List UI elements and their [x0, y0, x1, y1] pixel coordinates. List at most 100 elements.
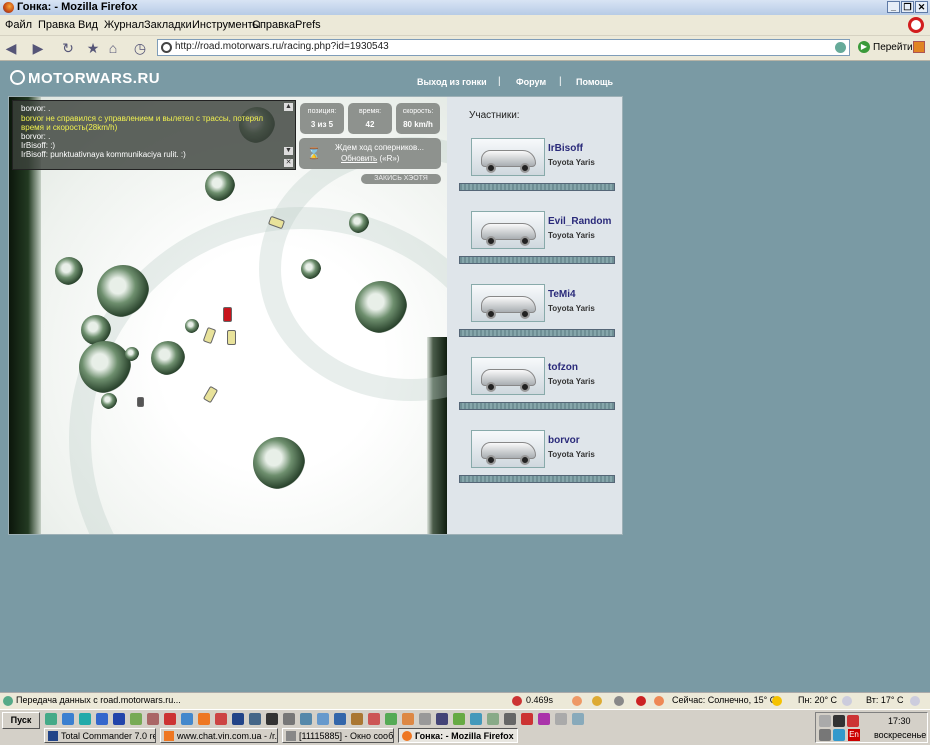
site-logo[interactable]: MOTORWARS.RU — [10, 70, 160, 87]
menu-bookmarks[interactable]: Закладки — [144, 19, 192, 31]
history-icon[interactable]: ◷ — [132, 40, 148, 56]
quicklaunch-icon[interactable] — [402, 713, 414, 725]
participant-card[interactable]: IrBisoff Toyota Yaris — [459, 138, 615, 196]
quicklaunch-icon[interactable] — [385, 713, 397, 725]
tray-icon[interactable] — [847, 715, 859, 727]
quicklaunch-icon[interactable] — [266, 713, 278, 725]
quicklaunch-icon[interactable] — [113, 713, 125, 725]
taskbar-item-total-commander[interactable]: Total Commander 7.0 rele... — [44, 728, 156, 743]
quicklaunch-icon[interactable] — [45, 713, 57, 725]
back-icon[interactable]: ◀ — [3, 40, 19, 56]
taskbar-item-firefox[interactable]: Гонка: - Mozilla Firefox — [398, 728, 518, 743]
tray-icon[interactable] — [833, 715, 845, 727]
quicklaunch-icon[interactable] — [521, 713, 533, 725]
participant-name[interactable]: borvor — [548, 435, 580, 446]
race-track[interactable]: borvor: . borvor не справился с управлен… — [9, 97, 447, 534]
participant-card[interactable]: tofzon Toyota Yaris — [459, 357, 615, 415]
toolbar-extension-icon[interactable] — [913, 41, 925, 53]
quicklaunch-icon[interactable] — [300, 713, 312, 725]
menu-prefs[interactable]: Prefs — [295, 19, 321, 31]
menu-help[interactable]: Справка — [252, 19, 295, 31]
addon-icon[interactable] — [614, 696, 624, 706]
quicklaunch-icon[interactable] — [62, 713, 74, 725]
home-icon[interactable]: ⌂ — [105, 40, 121, 56]
quicklaunch-icon[interactable] — [283, 713, 295, 725]
chat-scroll-up-icon[interactable]: ▲ — [284, 103, 293, 111]
quicklaunch-icon[interactable] — [96, 713, 108, 725]
chat-close-icon[interactable]: ✕ — [284, 159, 293, 167]
quicklaunch-icon[interactable] — [487, 713, 499, 725]
quicklaunch-icon[interactable] — [164, 713, 176, 725]
opponent-car[interactable] — [227, 330, 236, 345]
participant-name[interactable]: IrBisoff — [548, 143, 583, 154]
taskbar-item-message-window[interactable]: [11115885] - Окно сооб... — [282, 728, 394, 743]
menu-edit[interactable]: Правка — [38, 19, 75, 31]
addon-icon[interactable] — [572, 696, 582, 706]
tree — [151, 341, 185, 375]
reload-icon[interactable]: ↻ — [60, 40, 76, 56]
close-icon[interactable]: ✕ — [915, 1, 928, 13]
window-titlebar[interactable]: Гонка: - Mozilla Firefox _ ❐ ✕ — [0, 0, 930, 15]
nav-exit-race[interactable]: Выход из гонки — [417, 77, 487, 87]
start-button[interactable]: Пуск — [2, 712, 40, 729]
tray-icon[interactable] — [833, 729, 845, 741]
stop-icon[interactable]: ★ — [85, 40, 101, 56]
menu-tools[interactable]: Инструменты — [192, 19, 261, 31]
quicklaunch-icon[interactable] — [181, 713, 193, 725]
menu-file[interactable]: Файл — [5, 19, 32, 31]
tree — [55, 257, 83, 285]
url-text[interactable]: http://road.motorwars.ru/racing.php?id=1… — [175, 41, 389, 52]
tray-icon[interactable] — [819, 729, 831, 741]
quicklaunch-icon[interactable] — [147, 713, 159, 725]
quicklaunch-icon[interactable] — [351, 713, 363, 725]
nav-help[interactable]: Помощь — [576, 77, 613, 87]
language-indicator[interactable]: En — [848, 729, 860, 741]
quicklaunch-icon[interactable] — [249, 713, 261, 725]
quicklaunch-icon[interactable] — [317, 713, 329, 725]
quicklaunch-icon[interactable] — [538, 713, 550, 725]
menu-history[interactable]: Журнал — [104, 19, 144, 31]
forward-icon[interactable]: ▶ — [30, 40, 46, 56]
participant-card[interactable]: Evil_Random Toyota Yaris — [459, 211, 615, 269]
quicklaunch-icon[interactable] — [419, 713, 431, 725]
go-button[interactable]: ▶ Перейти — [858, 40, 913, 56]
quicklaunch-icon[interactable] — [79, 713, 91, 725]
chat-scroll-down-icon[interactable]: ▼ — [284, 147, 293, 155]
tray-icon[interactable] — [819, 715, 831, 727]
quicklaunch-icon[interactable] — [504, 713, 516, 725]
quicklaunch-icon[interactable] — [453, 713, 465, 725]
quicklaunch-icon[interactable] — [555, 713, 567, 725]
quicklaunch-icon[interactable] — [436, 713, 448, 725]
nav-forum[interactable]: Форум — [516, 77, 546, 87]
taskbar-item-chat[interactable]: www.chat.vin.com.ua - /r... — [160, 728, 278, 743]
quicklaunch-icon[interactable] — [572, 713, 584, 725]
restore-icon[interactable]: ❐ — [901, 1, 914, 13]
take-back-button[interactable]: ЗАКИСЬ ХЭОТЯ — [361, 174, 441, 184]
address-bar[interactable]: http://road.motorwars.ru/racing.php?id=1… — [157, 39, 850, 56]
participant-name[interactable]: Evil_Random — [548, 216, 611, 227]
opponent-car[interactable] — [137, 397, 144, 407]
quicklaunch-icon[interactable] — [334, 713, 346, 725]
participant-name[interactable]: TeMi4 — [548, 289, 576, 300]
quicklaunch-icon[interactable] — [198, 713, 210, 725]
adblock-icon[interactable] — [636, 696, 646, 706]
quicklaunch-icon[interactable] — [215, 713, 227, 725]
minimize-icon[interactable]: _ — [887, 1, 900, 13]
refresh-link[interactable]: Обновить — [341, 154, 377, 163]
addon-icon[interactable] — [654, 696, 664, 706]
participant-progress-bar — [459, 329, 615, 337]
quicklaunch-icon[interactable] — [368, 713, 380, 725]
clock[interactable]: 17:30 — [888, 716, 911, 726]
chat-log[interactable]: borvor: . borvor не справился с управлен… — [12, 100, 296, 170]
quicklaunch-icon[interactable] — [232, 713, 244, 725]
participant-card[interactable]: borvor Toyota Yaris — [459, 430, 615, 488]
participant-name[interactable]: tofzon — [548, 362, 578, 373]
player-car[interactable] — [223, 307, 232, 322]
menu-view[interactable]: Вид — [78, 19, 98, 31]
feed-icon[interactable] — [835, 42, 846, 53]
participant-card[interactable]: TeMi4 Toyota Yaris — [459, 284, 615, 342]
status-bar: Передача данных с road.motorwars.ru... 0… — [0, 692, 930, 710]
quicklaunch-icon[interactable] — [130, 713, 142, 725]
warning-icon[interactable] — [592, 696, 602, 706]
quicklaunch-icon[interactable] — [470, 713, 482, 725]
